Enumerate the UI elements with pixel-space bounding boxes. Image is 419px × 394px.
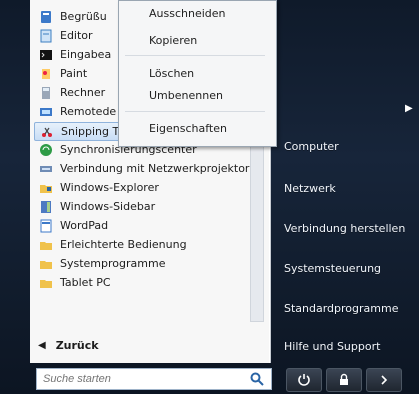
wordpad-icon bbox=[38, 219, 54, 233]
folder-icon bbox=[38, 238, 54, 252]
program-label: Remotede bbox=[60, 105, 117, 118]
folder-icon bbox=[38, 276, 54, 290]
start-menu: Begrüßu Editor Eingabea Paint Rechner Re… bbox=[0, 0, 419, 394]
power-controls bbox=[286, 368, 404, 392]
calculator-icon bbox=[38, 86, 54, 100]
program-item-paint[interactable]: Paint bbox=[38, 65, 87, 82]
program-label: Systemprogramme bbox=[60, 257, 166, 270]
sync-icon bbox=[38, 143, 54, 157]
program-item-windows-explorer[interactable]: Windows-Explorer bbox=[38, 179, 159, 196]
program-label: Windows-Sidebar bbox=[60, 200, 156, 213]
program-label: Begrüßu bbox=[60, 10, 107, 23]
menu-separator bbox=[125, 55, 265, 56]
folder-icon bbox=[38, 257, 54, 271]
program-folder-systemprogramme[interactable]: Systemprogramme bbox=[38, 255, 165, 272]
right-item-systemsteuerung[interactable]: Systemsteuerung bbox=[284, 262, 381, 275]
programs-scrollbar[interactable] bbox=[250, 120, 264, 322]
menu-item-loeschen[interactable]: Löschen bbox=[149, 67, 194, 80]
scissors-icon bbox=[39, 125, 55, 139]
program-item-rechner[interactable]: Rechner bbox=[38, 84, 105, 101]
menu-item-eigenschaften[interactable]: Eigenschaften bbox=[149, 122, 227, 135]
lock-icon bbox=[340, 373, 348, 385]
program-folder-erleichterte-bedienung[interactable]: Erleichterte Bedienung bbox=[38, 236, 187, 253]
program-label: Erleichterte Bedienung bbox=[60, 238, 187, 251]
command-prompt-icon bbox=[38, 48, 54, 62]
power-icon bbox=[298, 374, 310, 386]
back-button[interactable]: ◀ Zurück bbox=[38, 336, 99, 354]
program-item-wordpad[interactable]: WordPad bbox=[38, 217, 108, 234]
document-icon bbox=[38, 10, 54, 24]
program-label: Windows-Explorer bbox=[60, 181, 159, 194]
program-label: Eingabea bbox=[60, 48, 112, 61]
folder-explorer-icon bbox=[38, 181, 54, 195]
menu-separator bbox=[125, 111, 265, 112]
notepad-icon bbox=[38, 29, 54, 43]
sidebar-icon bbox=[38, 200, 54, 214]
program-item-begruessung[interactable]: Begrüßu bbox=[38, 8, 107, 25]
right-item-standardprogramme[interactable]: Standardprogramme bbox=[284, 302, 398, 315]
search-box bbox=[36, 368, 272, 390]
search-input[interactable] bbox=[37, 369, 239, 389]
shutdown-options-button[interactable] bbox=[366, 368, 402, 392]
power-button[interactable] bbox=[286, 368, 322, 392]
program-label: Paint bbox=[60, 67, 88, 80]
back-label: Zurück bbox=[55, 338, 99, 352]
lock-button[interactable] bbox=[326, 368, 362, 392]
menu-item-ausschneiden[interactable]: Ausschneiden bbox=[149, 7, 226, 20]
menu-item-kopieren[interactable]: Kopieren bbox=[149, 34, 197, 47]
right-pane: Computer Netzwerk Verbindung herstellen … bbox=[270, 0, 419, 394]
back-arrow-icon: ◀ bbox=[38, 339, 46, 351]
program-label: Editor bbox=[60, 29, 93, 42]
chevron-right-icon bbox=[381, 375, 388, 385]
right-item-hilfe-und-support[interactable]: Hilfe und Support bbox=[284, 340, 380, 353]
right-item-computer[interactable]: Computer bbox=[284, 140, 339, 153]
program-label: Verbindung mit Netzwerkprojektor bbox=[60, 162, 250, 175]
program-item-netzwerkprojektor[interactable]: Verbindung mit Netzwerkprojektor bbox=[38, 160, 249, 177]
search-icon[interactable] bbox=[249, 371, 265, 387]
right-item-verbindung-herstellen[interactable]: Verbindung herstellen bbox=[284, 222, 405, 235]
context-menu: Ausschneiden Kopieren Löschen Umbenennen… bbox=[118, 0, 277, 147]
right-item-netzwerk[interactable]: Netzwerk bbox=[284, 182, 336, 195]
program-label: Tablet PC bbox=[60, 276, 111, 289]
program-label: Rechner bbox=[60, 86, 106, 99]
program-folder-tablet-pc[interactable]: Tablet PC bbox=[38, 274, 111, 291]
program-item-windows-sidebar[interactable]: Windows-Sidebar bbox=[38, 198, 155, 215]
program-item-editor[interactable]: Editor bbox=[38, 27, 93, 44]
program-item-eingabeaufforderung[interactable]: Eingabea bbox=[38, 46, 111, 63]
network-projector-icon bbox=[38, 162, 54, 176]
remote-desktop-icon bbox=[38, 105, 54, 119]
paint-icon bbox=[38, 67, 54, 81]
program-label: WordPad bbox=[60, 219, 109, 232]
menu-item-umbenennen[interactable]: Umbenennen bbox=[149, 89, 223, 102]
program-item-remotedesktop[interactable]: Remotede bbox=[38, 103, 116, 120]
chevron-right-icon: ▶ bbox=[405, 103, 413, 114]
